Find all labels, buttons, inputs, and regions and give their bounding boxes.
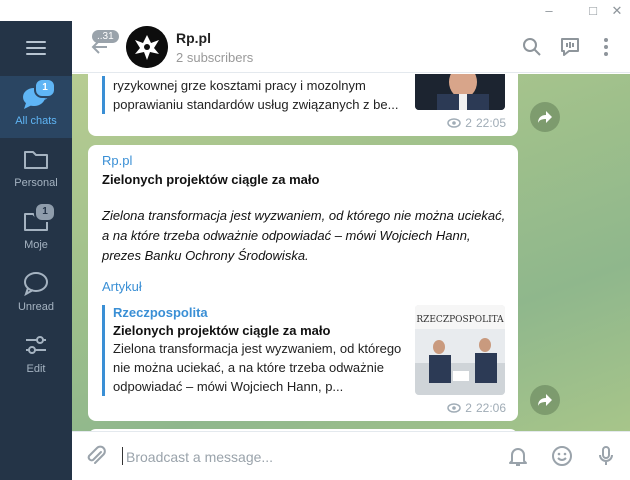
folder-all-chats[interactable]: 1 All chats <box>0 76 72 138</box>
folder-label: Edit <box>26 363 46 375</box>
views-count: 2 <box>465 116 472 130</box>
folder-label: All chats <box>15 115 57 127</box>
views-eye-icon <box>447 118 462 128</box>
views-count: 2 <box>465 401 472 415</box>
message-channel-name[interactable]: Rp.pl <box>102 153 132 168</box>
unread-count-badge: ..31 <box>92 30 119 43</box>
message-body: Zielona transformacja jest wyzwaniem, od… <box>102 208 506 263</box>
silent-broadcast-bell-icon[interactable] <box>506 444 530 468</box>
channel-avatar[interactable] <box>126 26 168 68</box>
preview-text: Zielona transformacja jest wyzwaniem, od… <box>113 341 402 394</box>
more-options-icon[interactable] <box>594 35 618 59</box>
chat-bubble-icon <box>21 268 51 298</box>
hamburger-icon[interactable] <box>26 41 46 55</box>
subscriber-count: 2 subscribers <box>176 50 254 65</box>
message-list[interactable]: ryzykownej grze kosztami pracy i mozolny… <box>72 74 630 431</box>
views-eye-icon <box>447 403 462 413</box>
preview-title: Zielonych projektów ciągle za mało <box>113 323 331 338</box>
preview-thumbnail[interactable]: RZECZPOSPOLITA <box>415 305 505 395</box>
folder-label: Personal <box>14 177 58 189</box>
message-bubble[interactable]: ryzykownej grze kosztami pracy i mozolny… <box>88 74 518 136</box>
message-meta: 2 22:06 <box>447 401 506 415</box>
close-button[interactable]: ✕ <box>606 0 628 21</box>
chat-header: ..31 Rp.pl 2 subscribers <box>72 21 630 73</box>
message-time: 22:06 <box>475 401 506 415</box>
link-preview[interactable]: Rzeczpospolita Zielonych projektów ciągl… <box>102 305 402 396</box>
folder-icon: 1 <box>21 202 56 236</box>
folder-moje[interactable]: 1 Moje <box>0 200 72 262</box>
emoji-icon[interactable] <box>550 444 574 468</box>
folder-label: Unread <box>17 301 55 313</box>
folder-badge: 1 <box>34 202 56 222</box>
message-bubble[interactable]: Rp.pl Zielonych projektów ciągle za mało… <box>88 145 518 421</box>
message-meta: 2 22:05 <box>447 116 506 130</box>
maximize-button[interactable]: □ <box>582 0 604 21</box>
preview-site-name: Rzeczpospolita <box>113 305 208 320</box>
chat-title[interactable]: Rp.pl <box>176 30 211 46</box>
folder-label: Moje <box>24 239 48 251</box>
sliders-icon <box>21 330 51 360</box>
preview-thumbnail[interactable] <box>415 74 505 110</box>
text-caret <box>122 447 123 465</box>
message-time: 22:05 <box>475 116 506 130</box>
minimize-button[interactable]: – <box>538 0 560 21</box>
search-icon[interactable] <box>520 35 544 59</box>
window-titlebar: – □ ✕ <box>0 0 630 21</box>
folder-icon <box>21 144 51 174</box>
article-link[interactable]: Artykuł <box>102 279 142 294</box>
chat-bubbles-icon: 1 <box>21 78 56 112</box>
share-arrow-icon[interactable] <box>530 102 560 132</box>
preview-text: ryzykownej grze kosztami pracy i mozolny… <box>113 78 399 112</box>
folder-badge: 1 <box>34 78 56 98</box>
link-preview[interactable]: ryzykownej grze kosztami pracy i mozolny… <box>102 76 402 114</box>
folder-unread[interactable]: Unread <box>0 262 72 324</box>
message-composer: Broadcast a message... <box>72 431 630 480</box>
message-input[interactable]: Broadcast a message... <box>126 449 273 465</box>
folder-edit[interactable]: Edit <box>0 324 72 386</box>
voice-chat-icon[interactable] <box>558 35 582 59</box>
microphone-icon[interactable] <box>594 444 618 468</box>
folders-sidebar: 1 All chats Personal 1 Moje Unread Edit <box>0 21 72 480</box>
share-arrow-icon[interactable] <box>530 385 560 415</box>
thumbnail-logo-text: RZECZPOSPOLITA <box>416 315 504 325</box>
folder-personal[interactable]: Personal <box>0 138 72 200</box>
attach-paperclip-icon[interactable] <box>84 444 108 468</box>
message-title: Zielonych projektów ciągle za mało <box>102 172 320 187</box>
